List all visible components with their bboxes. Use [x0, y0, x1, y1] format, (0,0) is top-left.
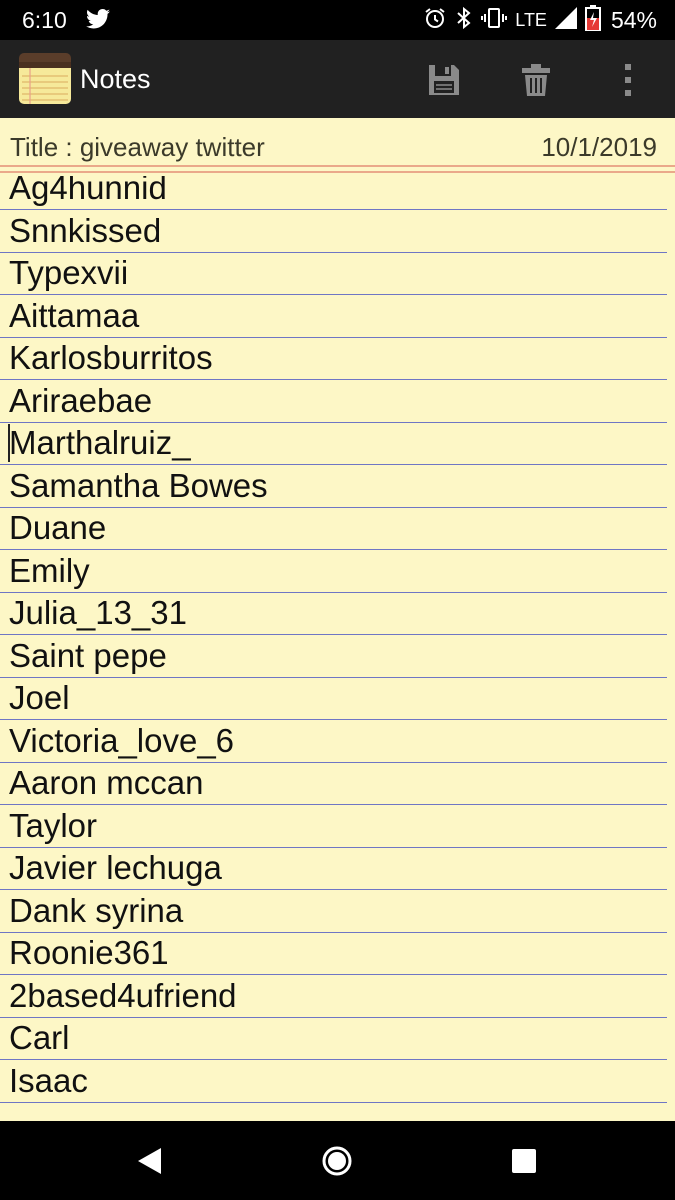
- battery-percent: 54%: [610, 7, 657, 33]
- note-line-text: Typexvii: [9, 254, 129, 291]
- note-line-text: Taylor: [9, 806, 98, 844]
- bluetooth-icon: [455, 6, 473, 35]
- note-line-text: Saint pepe: [9, 636, 167, 674]
- header-divider: [0, 171, 675, 173]
- note-line[interactable]: Marthalruiz_: [0, 423, 667, 465]
- note-line-text: Dank syrina: [9, 891, 184, 929]
- status-time: 6:10: [22, 7, 67, 33]
- note-line[interactable]: Julia_13_31: [0, 593, 667, 635]
- recents-icon: [512, 1149, 536, 1173]
- note-line[interactable]: Ariraebae: [0, 380, 667, 423]
- note-line-text: Snnkissed: [9, 211, 162, 249]
- status-bar: 6:10 LTE 54%: [0, 0, 675, 40]
- note-line-text: Joel: [9, 679, 70, 716]
- more-vert-icon: [625, 64, 631, 96]
- note-line-text: Roonie361: [9, 934, 169, 971]
- note-line-text: Emily: [9, 551, 90, 589]
- back-button[interactable]: [130, 1141, 170, 1181]
- note-line-text: Ag4hunnid: [9, 176, 167, 206]
- notepad-app-icon: [18, 52, 72, 106]
- twitter-icon: [86, 8, 110, 30]
- save-button[interactable]: [422, 58, 466, 102]
- save-icon: [429, 65, 459, 95]
- header-divider: [0, 165, 675, 167]
- signal-icon: [554, 6, 577, 34]
- note-line[interactable]: Joel: [0, 678, 667, 720]
- navigation-bar: [0, 1121, 675, 1200]
- note-line-text: Karlosburritos: [9, 339, 213, 376]
- note-line[interactable]: Carl: [0, 1018, 667, 1060]
- status-icons: LTE 54%: [423, 4, 657, 36]
- vibrate-icon: [481, 6, 508, 35]
- note-line-text: Victoria_love_6: [9, 721, 235, 759]
- battery-icon: [584, 4, 601, 36]
- network-type: LTE: [515, 10, 547, 30]
- note-line-text: Ariraebae: [9, 381, 153, 419]
- home-icon: [322, 1146, 352, 1176]
- note-line[interactable]: Aittamaa: [0, 295, 667, 338]
- note-line[interactable]: Karlosburritos: [0, 338, 667, 380]
- note-line[interactable]: Duane: [0, 508, 667, 550]
- note-title[interactable]: Title : giveaway twitter: [10, 132, 265, 162]
- note-line[interactable]: Samantha Bowes: [0, 465, 667, 508]
- note-line[interactable]: Roonie361: [0, 933, 667, 975]
- note-line-text: Isaac: [9, 1061, 88, 1099]
- note-line-text: Carl: [9, 1019, 70, 1056]
- note-line-text: Samantha Bowes: [9, 466, 268, 504]
- note-line[interactable]: Ag4hunnid: [0, 176, 667, 210]
- note-line[interactable]: Victoria_love_6: [0, 720, 667, 763]
- note-line[interactable]: Emily: [0, 550, 667, 593]
- note-line[interactable]: 2based4ufriend: [0, 975, 667, 1018]
- note-line-text: Aittamaa: [9, 296, 140, 334]
- note-body[interactable]: Ag4hunnid Snnkissed Typexvii Aittamaa Karlos…: [0, 176, 675, 1108]
- note-line[interactable]: Aaron mccan: [0, 763, 667, 805]
- more-options-button[interactable]: [606, 58, 650, 102]
- note-line[interactable]: Typexvii: [0, 253, 667, 295]
- app-title: Notes: [80, 64, 151, 94]
- note-editor[interactable]: Title : giveaway twitter 10/1/2019 Ag4hu…: [0, 118, 675, 1121]
- note-line[interactable]: Isaac: [0, 1060, 667, 1103]
- recents-button[interactable]: [504, 1141, 544, 1181]
- note-header: Title : giveaway twitter 10/1/2019: [0, 118, 675, 166]
- home-button[interactable]: [317, 1141, 357, 1181]
- note-line-text: Duane: [9, 509, 107, 546]
- note-line[interactable]: Javier lechuga: [0, 848, 667, 890]
- note-line-text: Aaron mccan: [9, 764, 204, 801]
- note-line-text: 2based4ufriend: [9, 976, 237, 1014]
- note-line-text: Javier lechuga: [9, 849, 222, 886]
- note-line[interactable]: Dank syrina: [0, 890, 667, 933]
- back-icon: [138, 1148, 161, 1174]
- app-bar: Notes: [0, 40, 675, 118]
- note-date: 10/1/2019: [541, 132, 657, 162]
- alarm-icon: [423, 6, 447, 35]
- note-line-text: Marthalruiz_: [9, 424, 191, 461]
- trash-icon: [522, 64, 550, 96]
- note-line[interactable]: Taylor: [0, 805, 667, 848]
- delete-button[interactable]: [514, 58, 558, 102]
- text-cursor: [8, 424, 10, 462]
- note-line[interactable]: Snnkissed: [0, 210, 667, 253]
- note-line[interactable]: Saint pepe: [0, 635, 667, 678]
- note-line-text: Julia_13_31: [9, 594, 187, 631]
